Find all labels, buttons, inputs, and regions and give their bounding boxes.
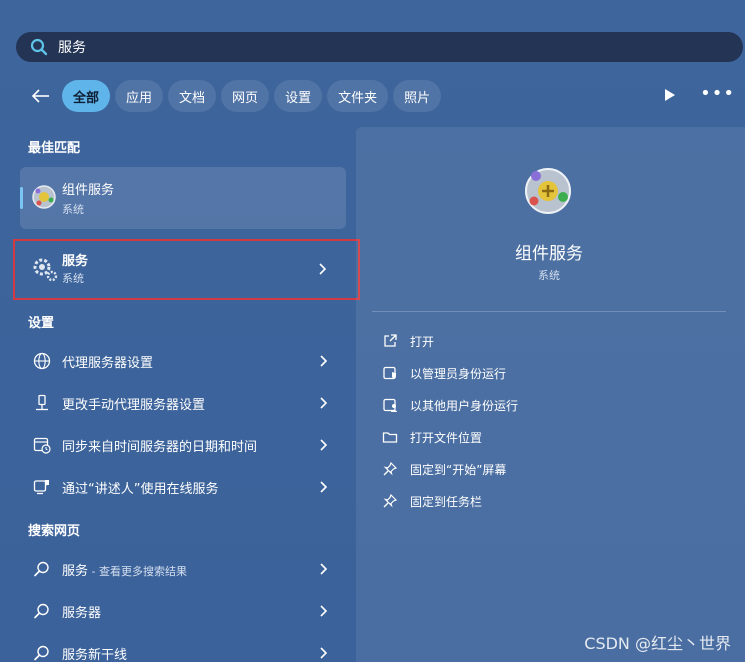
user-window-icon <box>383 398 397 412</box>
selection-accent <box>20 187 23 209</box>
action-open-file-location[interactable]: 打开文件位置 <box>382 426 482 448</box>
setting-narrator-label: 通过“讲述人”使用在线服务 <box>62 482 219 497</box>
preview-subtitle: 系统 <box>538 269 560 282</box>
best-match-subtitle: 系统 <box>62 203 84 216</box>
action-pin-to-start-label: 固定到“开始”屏幕 <box>410 462 507 477</box>
tab-all[interactable]: 全部 <box>62 80 111 112</box>
action-open-file-location-label: 打开文件位置 <box>410 430 483 445</box>
action-open[interactable]: 打开 <box>382 330 434 352</box>
preview-title: 组件服务 <box>515 244 583 264</box>
watermark: CSDN @红尘丶世界 <box>584 634 731 653</box>
web-result-1-note: - 查看更多搜索结果 <box>88 565 187 578</box>
tab-apps[interactable]: 应用 <box>115 80 164 112</box>
action-pin-to-taskbar-label: 固定到任务栏 <box>410 494 483 509</box>
chevron-right-icon[interactable] <box>318 397 328 409</box>
chevron-right-icon[interactable] <box>318 481 328 493</box>
section-best-match: 最佳匹配 <box>28 141 81 156</box>
search-icon <box>30 38 48 56</box>
services-title: 服务 <box>62 254 89 269</box>
pin-icon <box>383 493 398 508</box>
chevron-right-icon[interactable] <box>318 647 328 659</box>
action-pin-to-start[interactable]: 固定到“开始”屏幕 <box>382 458 506 480</box>
section-web-search: 搜索网页 <box>28 524 81 539</box>
pin-icon <box>383 461 398 476</box>
folder-icon <box>382 432 398 443</box>
tab-photos[interactable]: 照片 <box>393 80 442 112</box>
action-run-as-admin-label: 以管理员身份运行 <box>410 366 507 381</box>
more-options-icon[interactable]: ••• <box>700 83 735 104</box>
setting-proxy-label: 代理服务器设置 <box>62 356 154 371</box>
web-result-3[interactable]: 服务新干线 <box>20 633 346 662</box>
action-pin-to-taskbar[interactable]: 固定到任务栏 <box>382 490 482 512</box>
search-icon <box>34 561 49 577</box>
tab-documents[interactable]: 文档 <box>168 80 217 112</box>
web-result-2[interactable]: 服务器 <box>20 591 346 631</box>
web-result-1[interactable]: 服务 - 查看更多搜索结果 <box>20 549 346 589</box>
chevron-right-icon[interactable] <box>317 263 327 275</box>
back-arrow-icon[interactable] <box>28 83 54 109</box>
search-icon <box>34 603 49 619</box>
network-icon <box>36 394 48 411</box>
services-item[interactable]: 服务 系统 <box>13 239 360 300</box>
best-match-item[interactable]: 组件服务 系统 <box>20 167 346 229</box>
action-run-as-admin[interactable]: 以管理员身份运行 <box>382 362 506 384</box>
services-subtitle: 系统 <box>62 272 84 285</box>
search-query[interactable]: 服务 <box>58 37 86 57</box>
setting-time-sync-label: 同步来自时间服务器的日期和时间 <box>62 440 258 455</box>
section-settings: 设置 <box>28 316 55 331</box>
chevron-right-icon[interactable] <box>318 563 328 575</box>
globe-icon <box>33 352 51 370</box>
web-result-1-text: 服务 <box>62 564 89 579</box>
open-external-icon <box>384 334 397 347</box>
best-match-title: 组件服务 <box>62 183 115 198</box>
component-services-icon <box>525 168 571 214</box>
setting-narrator[interactable]: 通过“讲述人”使用在线服务 <box>20 467 346 507</box>
action-run-as-other-user[interactable]: 以其他用户身份运行 <box>382 394 518 416</box>
setting-manual-proxy[interactable]: 更改手动代理服务器设置 <box>20 383 346 423</box>
play-icon[interactable] <box>663 87 677 103</box>
shield-window-icon <box>383 366 396 380</box>
search-icon <box>34 645 49 661</box>
chevron-right-icon[interactable] <box>318 605 328 617</box>
setting-manual-proxy-label: 更改手动代理服务器设置 <box>62 398 206 413</box>
web-result-3-label: 服务新干线 <box>62 644 127 662</box>
web-result-3-text: 服务新干线 <box>62 648 128 662</box>
filter-bar: 全部 应用 文档 网页 设置 文件夹 照片 ••• <box>28 79 745 113</box>
tab-folders[interactable]: 文件夹 <box>327 80 389 112</box>
chevron-right-icon[interactable] <box>318 439 328 451</box>
gears-icon <box>33 258 58 282</box>
search-box[interactable]: 服务 <box>16 32 743 62</box>
web-result-2-text: 服务器 <box>62 606 102 621</box>
calendar-clock-icon <box>33 437 51 454</box>
component-services-icon <box>32 185 56 209</box>
tab-settings[interactable]: 设置 <box>274 80 323 112</box>
narrator-icon <box>33 480 49 495</box>
chevron-right-icon[interactable] <box>318 355 328 367</box>
web-result-2-label: 服务器 <box>62 602 101 621</box>
setting-proxy[interactable]: 代理服务器设置 <box>20 341 346 381</box>
action-run-as-other-user-label: 以其他用户身份运行 <box>410 398 519 413</box>
tab-web[interactable]: 网页 <box>221 80 270 112</box>
divider <box>372 311 726 312</box>
web-result-1-label: 服务 - 查看更多搜索结果 <box>62 560 187 579</box>
preview-pane: 组件服务 系统 打开 以管理员身份运行 以其他用户身份运行 打开文件位置 固定到… <box>356 127 745 662</box>
setting-time-sync[interactable]: 同步来自时间服务器的日期和时间 <box>20 425 346 465</box>
action-open-label: 打开 <box>410 334 435 349</box>
